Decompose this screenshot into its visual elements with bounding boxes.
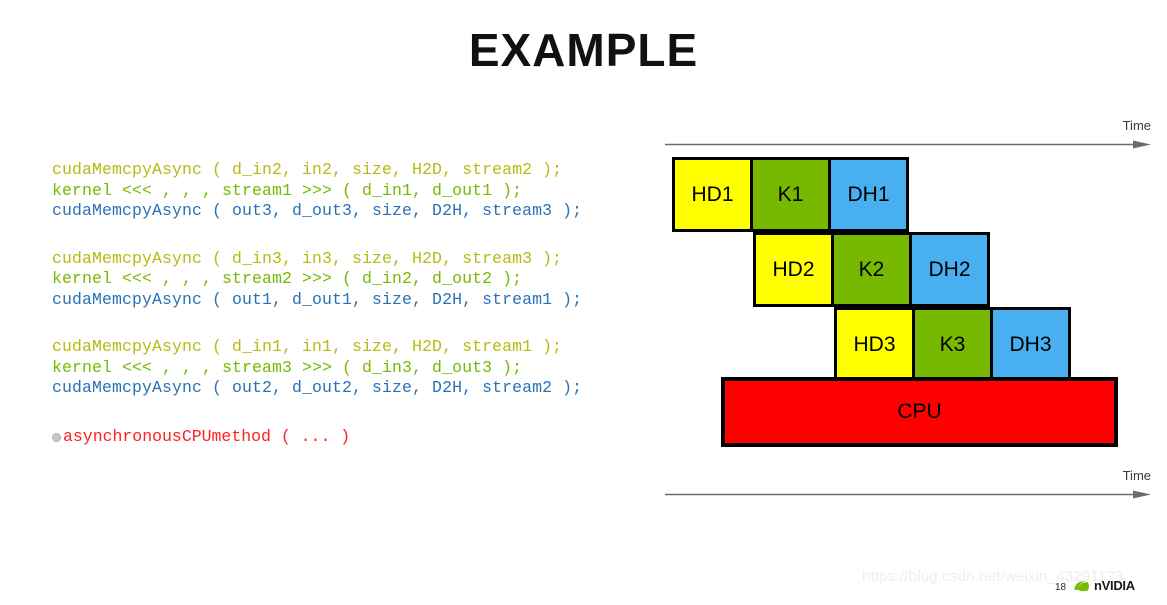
time-arrow-bottom-icon: [665, 490, 1151, 499]
block-hd3: HD3: [834, 307, 915, 382]
code-block: cudaMemcpyAsync ( d_in1, in1, size, H2D,…: [52, 337, 672, 399]
nvidia-wordmark: nVIDIA: [1094, 578, 1135, 593]
code-line: cudaMemcpyAsync ( out3, d_out3, size, D2…: [52, 201, 583, 220]
code-line: cudaMemcpyAsync ( out1, d_out1, size, D2…: [52, 289, 583, 309]
code-line: kernel <<< , , , stream2 >>> ( d_in2, d_…: [52, 269, 523, 288]
block-k2: K2: [831, 232, 912, 307]
block-dh3: DH3: [990, 307, 1071, 382]
async-cpu-method-text: asynchronousCPUmethod ( ... ): [63, 427, 351, 446]
time-axis-top: Time: [665, 118, 1151, 152]
code-line: cudaMemcpyAsync ( d_in1, in1, size, H2D,…: [52, 337, 563, 356]
time-label-top: Time: [1122, 118, 1151, 133]
time-label-bottom: Time: [1122, 468, 1151, 483]
stream-row-1: HD1 K1 DH1: [672, 157, 909, 232]
block-dh2: DH2: [909, 232, 990, 307]
timeline-diagram: Time HD1 K1 DH1 HD2 K2 DH2 HD3 K3 DH3 CP…: [665, 110, 1165, 510]
block-dh1: DH1: [828, 157, 909, 232]
time-arrow-top-icon: [665, 140, 1151, 149]
bullet-dot-icon: [52, 432, 61, 442]
block-k1: K1: [750, 157, 831, 232]
cpu-bar: CPU: [721, 377, 1118, 447]
stream-row-3: HD3 K3 DH3: [834, 307, 1071, 382]
block-hd2: HD2: [753, 232, 834, 307]
code-line: kernel <<< , , , stream3 >>> ( d_in3, d_…: [52, 357, 523, 377]
stream-row-2: HD2 K2 DH2: [753, 232, 990, 307]
code-line: cudaMemcpyAsync ( d_in3, in3, size, H2D,…: [52, 248, 563, 268]
bullet-list-item: asynchronousCPUmethod ( ... ): [52, 427, 350, 448]
time-axis-bottom: Time: [665, 468, 1151, 502]
code-panel: cudaMemcpyAsync ( d_in2, in2, size, H2D,…: [52, 160, 672, 426]
code-line: kernel <<< , , , stream1 >>> ( d_in1, d_…: [52, 180, 523, 200]
nvidia-eye-icon: [1074, 580, 1089, 591]
code-line: cudaMemcpyAsync ( out2, d_out2, size, D2…: [52, 378, 583, 397]
code-line: cudaMemcpyAsync ( d_in2, in2, size, H2D,…: [52, 160, 563, 179]
page-number: 18: [1055, 582, 1067, 593]
block-hd1: HD1: [672, 157, 753, 232]
code-block: cudaMemcpyAsync ( d_in3, in3, size, H2D,…: [52, 249, 672, 311]
page-title: EXAMPLE: [468, 24, 699, 76]
block-k3: K3: [912, 307, 993, 382]
code-block: cudaMemcpyAsync ( d_in2, in2, size, H2D,…: [52, 160, 672, 222]
nvidia-logo: nVIDIA: [1072, 578, 1135, 593]
